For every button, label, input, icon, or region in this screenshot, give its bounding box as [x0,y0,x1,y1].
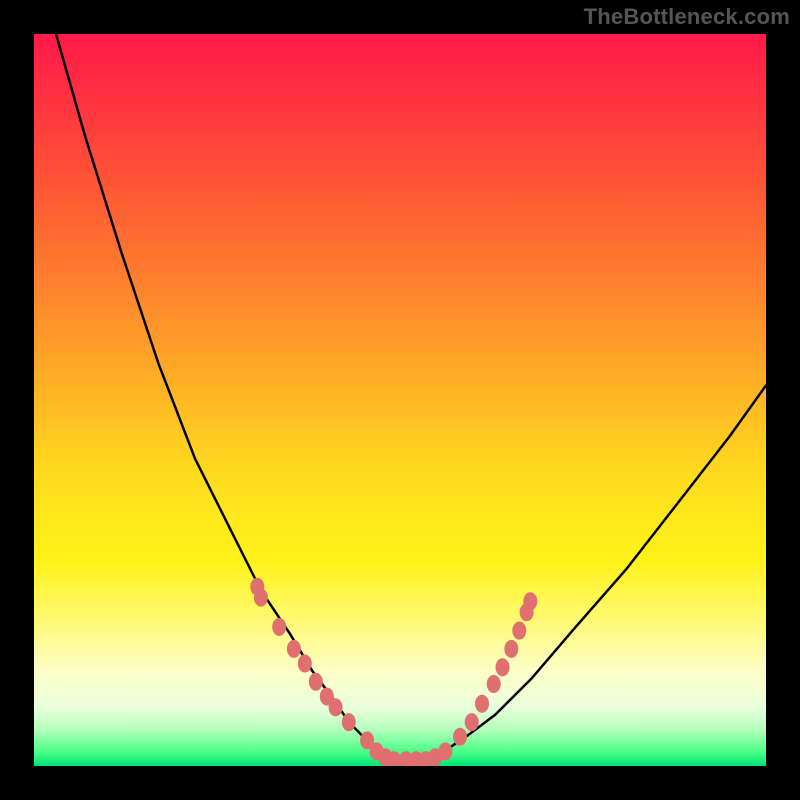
data-marker [438,742,452,760]
data-marker [298,655,312,673]
data-marker [272,618,286,636]
curve-line [56,34,766,759]
data-marker [523,592,537,610]
chart-frame: TheBottleneck.com [0,0,800,800]
data-marker [309,673,323,691]
data-marker [465,713,479,731]
curve-path [56,34,766,759]
data-marker [512,622,526,640]
data-marker [475,695,489,713]
data-marker [496,658,510,676]
curve-markers [250,578,537,766]
data-marker [453,728,467,746]
chart-overlay [34,34,766,766]
data-marker [287,640,301,658]
data-marker [254,589,268,607]
plot-area [34,34,766,766]
data-marker [342,713,356,731]
data-marker [487,675,501,693]
data-marker [329,698,343,716]
data-marker [504,640,518,658]
watermark-text: TheBottleneck.com [584,4,790,30]
